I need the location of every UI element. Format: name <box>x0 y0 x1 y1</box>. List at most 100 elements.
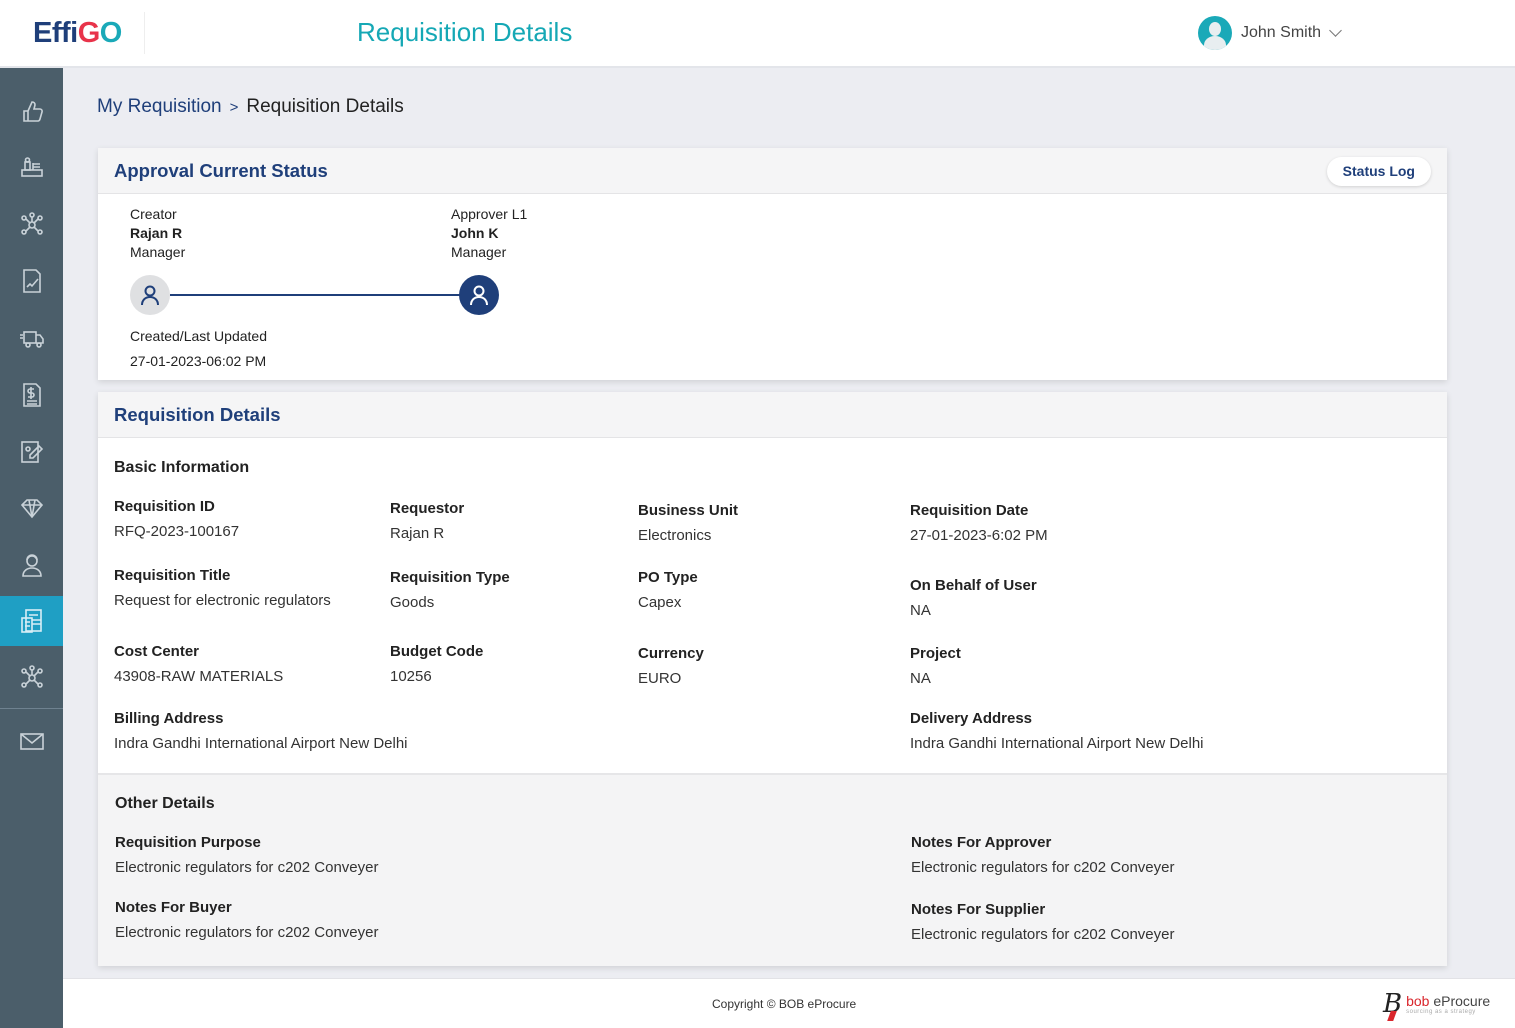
field-requisition-title: Requisition Title Request for electronic… <box>114 567 331 609</box>
status-log-button[interactable]: Status Log <box>1326 157 1431 186</box>
breadcrumb-my-requisition[interactable]: My Requisition <box>97 96 222 118</box>
field-label: Requestor <box>390 500 465 517</box>
sidebar-item-delivery[interactable] <box>0 313 63 363</box>
field-label: Currency <box>638 645 704 662</box>
approver-info: Approver L1 John K Manager <box>451 205 527 262</box>
field-label: Budget Code <box>390 643 484 660</box>
field-delivery-address: Delivery Address Indra Gandhi Internatio… <box>910 710 1204 752</box>
creator-designation: Manager <box>130 244 186 260</box>
diamond-icon <box>20 499 43 519</box>
field-value: Capex <box>638 594 682 611</box>
sidebar-item-messages[interactable] <box>0 716 63 766</box>
field-notes-for-supplier: Notes For Supplier Electronic regulators… <box>911 901 1174 943</box>
approver-node <box>459 275 499 315</box>
sidebar-item-invoices[interactable] <box>0 370 63 420</box>
field-budget-code: Budget Code 10256 <box>390 643 483 685</box>
field-value: Electronic regulators for c202 Conveyer <box>911 926 1175 943</box>
brand-eprocure: eProcure <box>1429 993 1491 1009</box>
field-requisition-type: Requisition Type Goods <box>390 569 510 611</box>
logo-text: Effi <box>33 17 78 49</box>
thumbs-up-icon <box>22 101 43 122</box>
field-business-unit: Business Unit Electronics <box>638 502 738 544</box>
approval-card-header: Approval Current Status Status Log <box>98 148 1447 194</box>
sidebar-item-sourcing[interactable] <box>0 143 63 193</box>
field-value: Rajan R <box>390 525 445 542</box>
user-avatar-icon <box>1198 16 1232 50</box>
details-card-header: Requisition Details <box>98 392 1447 438</box>
contract-edit-icon <box>20 441 43 463</box>
signed-document-icon <box>22 269 41 293</box>
updated-label: Created/Last Updated <box>130 328 267 344</box>
field-label: Requisition Date <box>910 502 1029 519</box>
sidebar-item-network-2[interactable] <box>0 653 63 703</box>
approval-status-card: Approval Current Status Status Log Creat… <box>98 148 1447 380</box>
field-cost-center: Cost Center 43908-RAW MATERIALS <box>114 643 283 685</box>
sidebar-item-contracts[interactable] <box>0 256 63 306</box>
page-title: Requisition Details <box>357 17 573 47</box>
field-requisition-date: Requisition Date 27-01-2023-6:02 PM <box>910 502 1048 544</box>
field-label: Requisition Purpose <box>115 834 261 851</box>
brand-tagline: sourcing as a strategy <box>1406 1009 1476 1015</box>
top-bar: EffiGO Requisition Details John Smith <box>0 0 1515 68</box>
field-requestor: Requestor Rajan R <box>390 500 464 542</box>
field-label: Project <box>910 645 961 662</box>
approval-card-title: Approval Current Status <box>114 160 328 181</box>
sidebar-item-approvals[interactable] <box>0 86 63 136</box>
requisition-details-card: Requisition Details Basic Information Re… <box>98 392 1447 966</box>
field-label: PO Type <box>638 569 698 586</box>
basic-info-title: Basic Information <box>114 459 250 476</box>
network-hub-icon <box>20 665 43 688</box>
field-value: Goods <box>390 594 435 611</box>
field-label: Delivery Address <box>910 710 1033 727</box>
network-hub-icon <box>20 212 43 235</box>
field-label: Notes For Supplier <box>911 901 1046 918</box>
field-value: Request for electronic regulators <box>114 592 331 609</box>
other-details-title: Other Details <box>115 795 215 812</box>
field-value: NA <box>910 602 931 619</box>
logo-g: G <box>77 17 101 49</box>
sidebar <box>0 68 63 1028</box>
field-notes-for-approver: Notes For Approver Electronic regulators… <box>911 834 1174 876</box>
sidebar-item-premium[interactable] <box>0 483 63 533</box>
sidebar-item-contract-edit[interactable] <box>0 426 63 476</box>
effigo-logo[interactable]: EffiGO <box>33 17 122 50</box>
sidebar-item-requisitions[interactable] <box>0 596 63 646</box>
field-value: Electronic regulators for c202 Conveyer <box>115 859 379 876</box>
sidebar-item-support[interactable] <box>0 540 63 590</box>
field-label: Requisition ID <box>114 498 215 515</box>
bob-eprocure-logo: B bob eProcure sourcing as a strategy <box>1383 991 1490 1017</box>
bob-logo-mark-icon: B <box>1383 989 1403 1019</box>
field-value: Indra Gandhi International Airport New D… <box>910 735 1204 752</box>
field-project: Project NA <box>910 645 961 687</box>
field-requisition-purpose: Requisition Purpose Electronic regulator… <box>115 834 378 876</box>
other-details-section: Other Details Requisition Purpose Electr… <box>98 773 1447 966</box>
updated-value: 27-01-2023-06:02 PM <box>130 353 267 369</box>
brand-bob: bob <box>1406 993 1430 1009</box>
field-value: EURO <box>638 670 682 687</box>
approver-role: Approver L1 <box>451 206 528 222</box>
sidebar-divider <box>0 708 63 709</box>
field-value: 10256 <box>390 668 432 685</box>
field-label: On Behalf of User <box>910 577 1037 594</box>
delivery-truck-icon <box>19 331 44 348</box>
field-requisition-id: Requisition ID RFQ-2023-100167 <box>114 498 239 540</box>
creator-name: Rajan R <box>130 225 183 241</box>
breadcrumb: My Requisition > Requisition Details <box>97 96 404 118</box>
approver-designation: Manager <box>451 244 507 260</box>
mail-icon <box>19 733 44 750</box>
field-label: Requisition Title <box>114 567 231 584</box>
breadcrumb-current: Requisition Details <box>246 96 404 117</box>
sidebar-item-network[interactable] <box>0 200 63 250</box>
creator-role: Creator <box>130 206 177 222</box>
office-desk-icon <box>20 157 43 177</box>
field-label: Notes For Approver <box>911 834 1052 851</box>
field-value: Electronic regulators for c202 Conveyer <box>911 859 1175 876</box>
logo-divider <box>144 12 145 54</box>
copyright-text: Copyright © BOB eProcure <box>712 997 857 1011</box>
requisition-form-icon <box>20 609 42 633</box>
user-menu[interactable]: John Smith <box>1198 16 1342 50</box>
field-label: Requisition Type <box>390 569 510 586</box>
approver-name: John K <box>451 225 499 241</box>
approval-flow-line <box>170 294 460 296</box>
field-value: RFQ-2023-100167 <box>114 523 240 540</box>
